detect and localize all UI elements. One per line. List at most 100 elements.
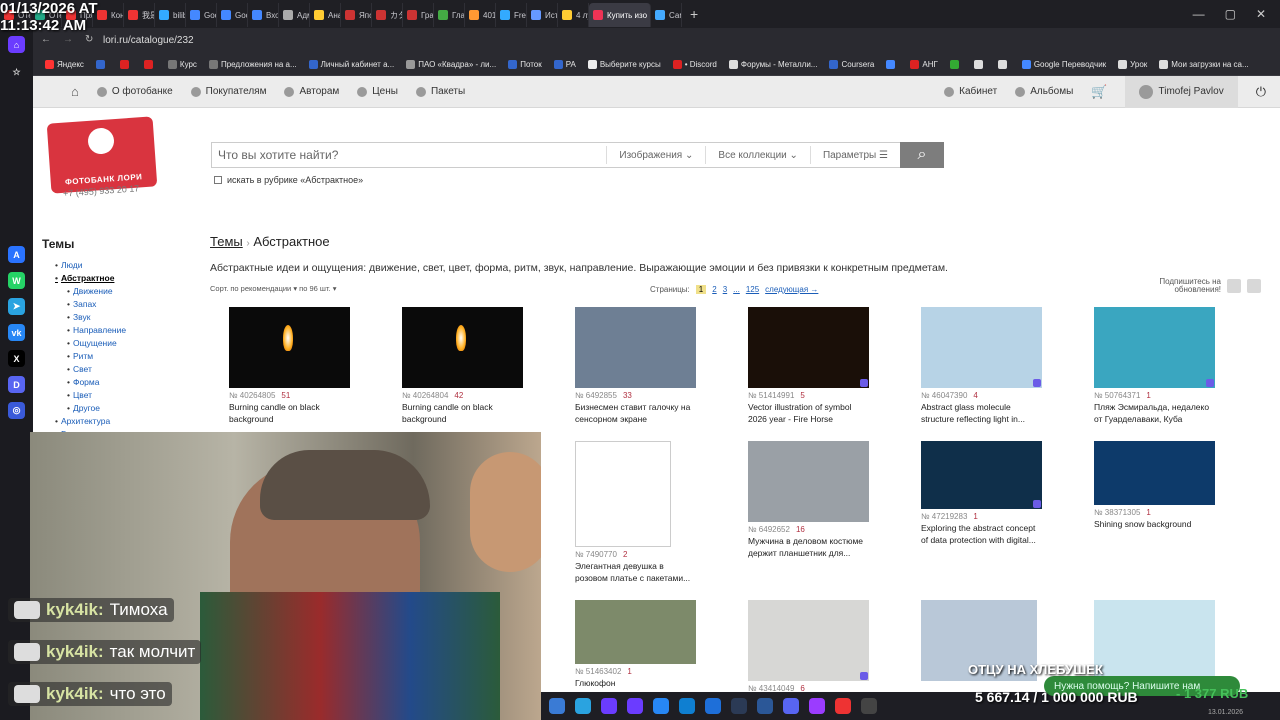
mail-icon[interactable] <box>1227 279 1241 293</box>
maximize-button[interactable]: ▢ <box>1225 7 1236 21</box>
image-thumbnail[interactable] <box>748 441 869 522</box>
browser-tab[interactable]: bilibili <box>155 3 186 27</box>
site-logo[interactable]: ФОТОБАНК ЛОРИ <box>46 116 158 194</box>
bookmark-item[interactable]: PA <box>553 59 576 69</box>
home-icon[interactable]: ⌂ <box>71 84 79 99</box>
x-icon[interactable]: X <box>8 350 25 367</box>
browser-tab[interactable]: 我是 <box>124 3 155 27</box>
image-title[interactable]: Abstract glass molecule structure reflec… <box>921 401 1043 425</box>
bookmark-item[interactable]: Coursera <box>829 59 874 69</box>
image-card[interactable]: № 6492652 16 Мужчина в деловом костюме дер… <box>748 441 870 559</box>
theme-item[interactable]: Ощущение <box>67 337 126 350</box>
bookmark-item[interactable] <box>973 59 986 69</box>
browser-tab[interactable]: Главн <box>434 3 465 27</box>
bookmark-item[interactable]: Поток <box>508 59 542 69</box>
browser-tab[interactable]: Японс <box>341 3 372 27</box>
rss-icon[interactable] <box>1247 279 1261 293</box>
chrome-taskbar-icon[interactable] <box>705 698 721 714</box>
params-button[interactable]: Параметры ☰ <box>809 146 900 164</box>
bookmark-item[interactable] <box>949 59 962 69</box>
bookmark-item[interactable] <box>886 59 898 69</box>
browser-taskbar-icon[interactable] <box>601 698 617 714</box>
browser-tab[interactable]: Googl <box>217 3 248 27</box>
obs-taskbar-icon[interactable] <box>809 698 825 714</box>
image-card[interactable]: № 46047390 4 Abstract glass molecule struc… <box>921 307 1043 425</box>
browser-tab[interactable]: Анали <box>310 3 341 27</box>
telegram-icon[interactable]: ➤ <box>8 298 25 315</box>
theme-item[interactable]: Запах <box>67 298 126 311</box>
discord-icon[interactable]: D <box>8 376 25 393</box>
image-title[interactable]: Мужчина в деловом костюме держит планшет… <box>748 535 870 559</box>
image-card[interactable]: № 40264804 42 Burning candle on black back… <box>402 307 524 425</box>
user-menu[interactable]: Timofej Pavlov <box>1125 76 1238 108</box>
image-card[interactable]: № 40264805 51 Burning candle on black back… <box>229 307 351 425</box>
image-card[interactable]: № 51414991 5 Vector illustration of symbol… <box>748 307 870 425</box>
bookmark-item[interactable]: Личный кабинет а... <box>308 59 394 69</box>
page-link[interactable]: 125 <box>746 285 759 294</box>
bookmark-item[interactable]: Выберите курсы <box>587 59 661 69</box>
theme-item[interactable]: Форма <box>67 376 126 389</box>
image-card[interactable]: № 7490770 2 Элегантная девушка в розовом п… <box>575 441 697 584</box>
bookmark-item[interactable] <box>997 59 1010 69</box>
browser-tab[interactable]: 401 - E <box>465 3 496 27</box>
bookmark-item[interactable]: Урок <box>1118 59 1147 69</box>
nav-about[interactable]: О фотобанке <box>96 86 173 97</box>
page-link[interactable]: 2 <box>712 285 716 294</box>
rubric-checkbox[interactable]: искать в рубрике «Абстрактное» <box>214 175 363 185</box>
image-thumbnail[interactable] <box>575 307 696 388</box>
bookmark-item[interactable]: Форумы - Металли... <box>728 59 817 69</box>
browser-tab[interactable]: カタカ <box>372 3 403 27</box>
image-title[interactable]: Элегантная девушка в розовом платье с па… <box>575 560 697 584</box>
image-thumbnail[interactable] <box>921 441 1042 509</box>
image-title[interactable]: Пляж Эсмиральда, недалеко от Гуарделавак… <box>1094 401 1216 425</box>
browser-tab[interactable]: Адми <box>279 3 310 27</box>
bookmark-item[interactable]: • Discord <box>672 59 717 69</box>
image-card[interactable]: № 51463402 1 Глюкофон <box>575 600 697 689</box>
discord-taskbar-icon[interactable] <box>783 698 799 714</box>
image-thumbnail[interactable] <box>1094 600 1215 681</box>
telegram-taskbar-icon[interactable] <box>575 698 591 714</box>
image-thumbnail[interactable] <box>921 307 1042 388</box>
theme-item[interactable]: Другое <box>67 402 126 415</box>
forward-icon[interactable]: → <box>63 34 73 45</box>
bookmark-item[interactable] <box>95 59 108 69</box>
close-button[interactable]: ✕ <box>1256 7 1266 21</box>
nav-packs[interactable]: Пакеты <box>415 86 465 97</box>
image-thumbnail[interactable] <box>748 307 869 388</box>
image-title[interactable]: Shining snow background <box>1094 518 1216 530</box>
image-card[interactable]: № 50764371 1 Пляж Эсмиральда, недалеко от … <box>1094 307 1216 425</box>
image-title[interactable]: Burning candle on black background <box>402 401 524 425</box>
image-title[interactable]: Vector illustration of symbol 2026 year … <box>748 401 870 425</box>
theme-item[interactable]: Направление <box>67 324 126 337</box>
browser-tab[interactable]: 4 лучц <box>558 3 589 27</box>
search-type-select[interactable]: Изображения ⌄ <box>606 146 705 164</box>
bookmark-item[interactable] <box>119 59 132 69</box>
bookmark-item[interactable]: ПАО «Квадра» - ли... <box>406 59 496 69</box>
home-icon[interactable]: ⌂ <box>8 36 25 53</box>
next-page-link[interactable]: следующая → <box>765 285 818 294</box>
whatsapp-icon[interactable]: W <box>8 272 25 289</box>
collections-select[interactable]: Все коллекции ⌄ <box>705 146 810 164</box>
browser-tab[interactable]: Грамм <box>403 3 434 27</box>
cart-icon[interactable]: 🛒 <box>1091 84 1107 100</box>
image-card[interactable]: № 43414049 6 <box>748 600 870 693</box>
theme-item[interactable]: Абстрактное <box>55 272 126 285</box>
bookmark-item[interactable]: Предложения на а... <box>208 59 297 69</box>
bookmark-item[interactable] <box>143 59 156 69</box>
image-thumbnail[interactable] <box>402 307 523 388</box>
app2-taskbar-icon[interactable] <box>861 698 877 714</box>
vk-icon[interactable]: vk <box>8 324 25 341</box>
page-link[interactable]: ... <box>733 285 740 294</box>
sort-controls[interactable]: Сорт. по рекомендации ▾ по 96 шт. ▾ <box>210 284 336 293</box>
image-thumbnail[interactable] <box>575 600 696 664</box>
new-tab-button[interactable]: + <box>690 6 698 22</box>
browser-tab[interactable]: Free M <box>496 3 527 27</box>
nav-albums[interactable]: Альбомы <box>1015 86 1073 97</box>
nav-prices[interactable]: Цены <box>357 86 398 97</box>
theme-item[interactable]: Движение <box>67 285 126 298</box>
bookmark-item[interactable]: АНГ <box>910 59 938 69</box>
address-bar[interactable]: ← → ↻ lori.ru/catalogue/232 <box>33 28 1280 53</box>
image-card[interactable]: № 6492855 33 Бизнесмен ставит галочку на с… <box>575 307 697 425</box>
image-thumbnail[interactable] <box>229 307 350 388</box>
image-thumbnail[interactable] <box>1094 441 1215 505</box>
